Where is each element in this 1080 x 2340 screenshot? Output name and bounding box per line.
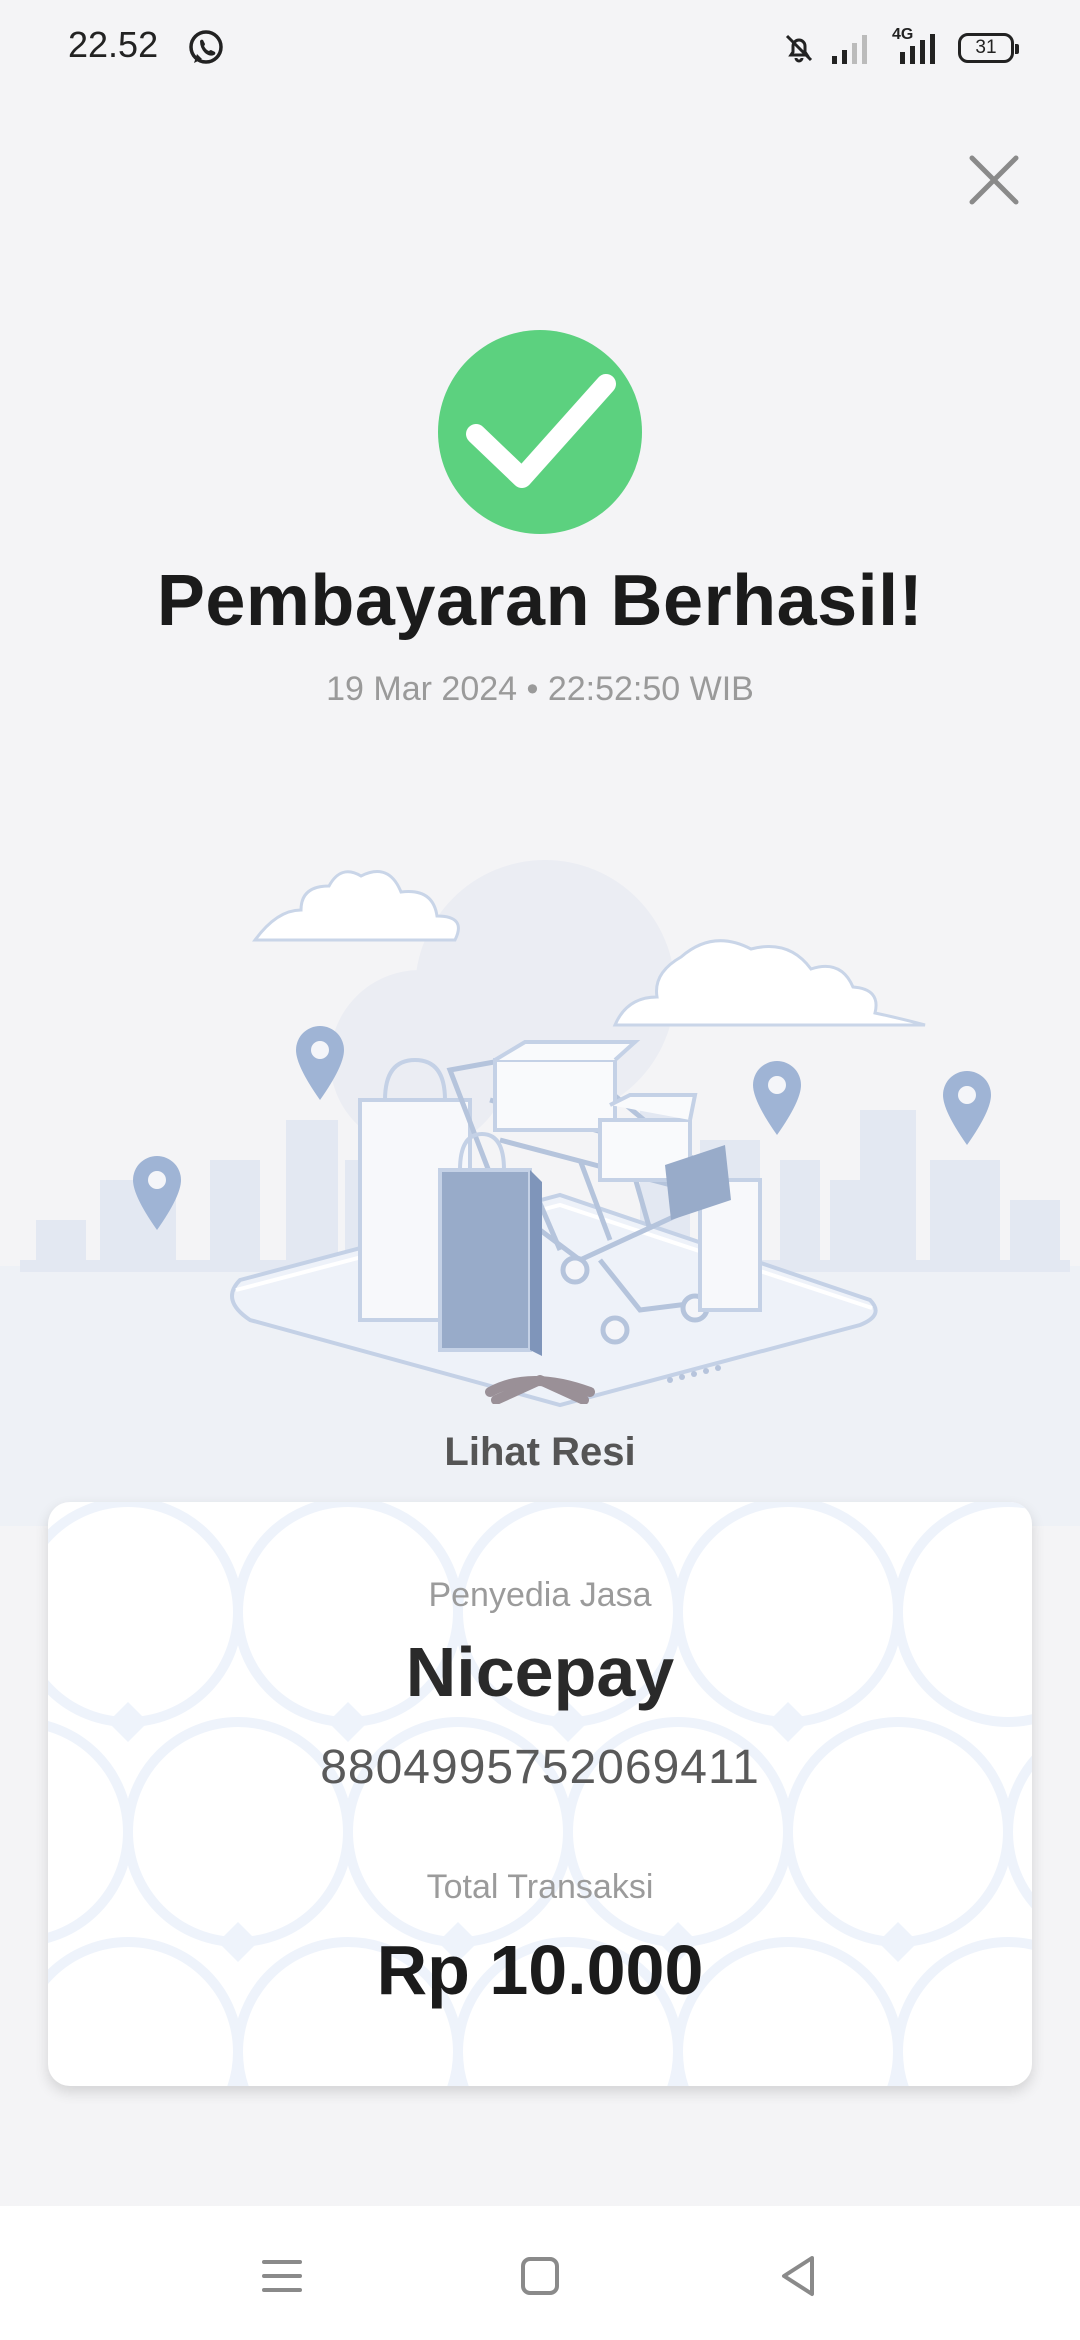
close-icon[interactable] [962,148,1026,212]
system-nav-bar [0,2206,1080,2340]
whatsapp-icon [189,30,223,64]
transaction-datetime: 19 Mar 2024 • 22:52:50 WIB [326,670,754,708]
menu-icon[interactable] [252,2246,312,2306]
success-badge [438,330,642,534]
status-icons: 4G 31 [782,26,1019,70]
signal-icon [832,35,867,64]
signal-4g-icon: 4G [888,26,944,66]
battery-icon: 31 [958,33,1019,63]
total-amount: Rp 10.000 [376,1931,704,2009]
total-label: Total Transaksi [426,1868,654,1906]
check-icon [466,374,616,488]
page-title: Pembayaran Berhasil! [156,561,924,641]
chevron-up-icon [491,1375,589,1404]
receipt-card: Penyedia Jasa Nicepay 8804995752069411 T… [48,1502,1032,2086]
shopping-illustration [20,860,1070,1408]
account-number: 8804995752069411 [320,1741,760,1794]
battery-level: 31 [975,37,997,58]
back-triangle-icon[interactable] [768,2246,828,2306]
status-bar: 22.52 4G 31 [0,0,1080,96]
status-time: 22.52 [68,24,159,65]
receipt-details: Penyedia Jasa Nicepay 8804995752069411 T… [48,1502,1032,2086]
bell-off-icon [785,34,813,63]
provider-name: Nicepay [405,1633,675,1711]
view-receipt-label: Lihat Resi [444,1430,636,1474]
provider-label: Penyedia Jasa [428,1576,652,1614]
home-square-icon[interactable] [510,2246,570,2306]
